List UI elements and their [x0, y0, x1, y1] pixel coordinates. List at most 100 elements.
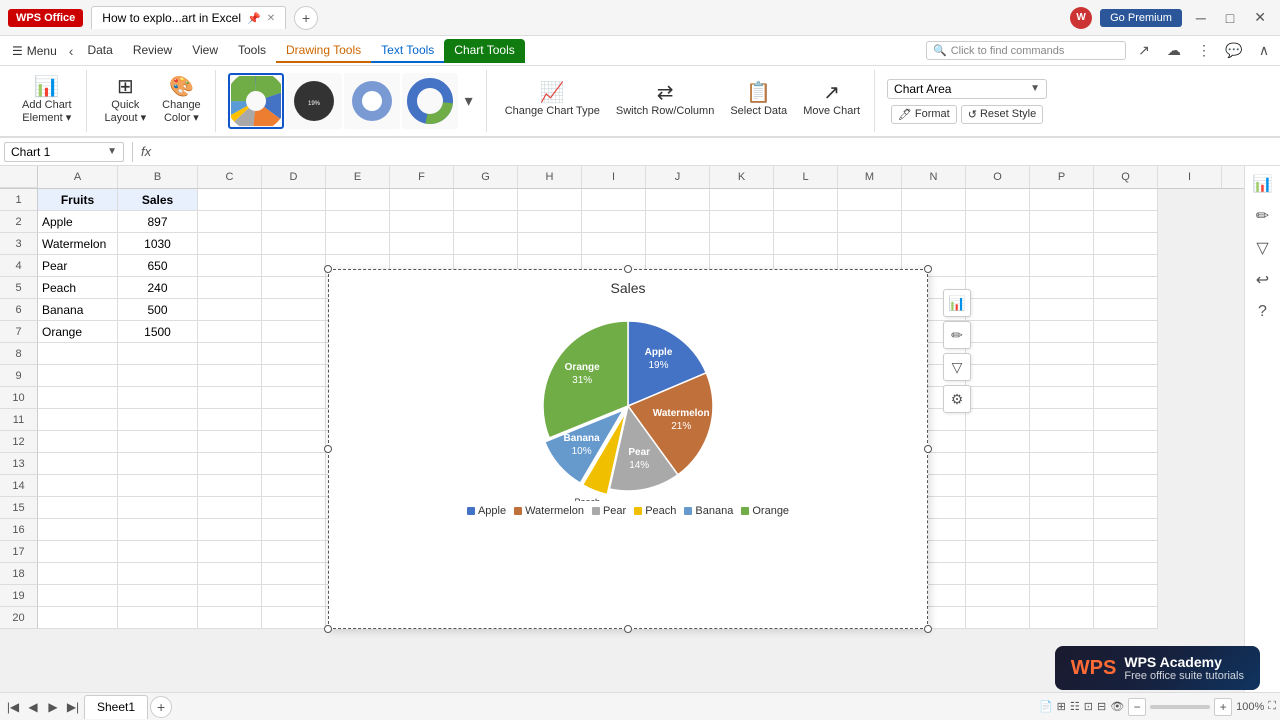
tab-nav-prev[interactable]: ‹ [65, 43, 78, 59]
change-color-button[interactable]: 🎨 ChangeColor ▾ [156, 73, 207, 129]
wps-logo[interactable]: WPS Office [8, 9, 83, 27]
tab-view[interactable]: View [182, 39, 228, 63]
format-button[interactable]: 🖊 Format [891, 105, 957, 124]
col-header-d[interactable]: D [262, 166, 326, 188]
row-header-17[interactable]: 17 [0, 541, 38, 563]
tab-tools[interactable]: Tools [228, 39, 276, 63]
col-header-f[interactable]: F [390, 166, 454, 188]
zoom-slider[interactable] [1150, 705, 1210, 709]
chart-resize-handle-1[interactable] [624, 265, 632, 273]
restore-button[interactable]: □ [1220, 8, 1240, 28]
zoom-out-button[interactable]: − [1128, 698, 1146, 716]
cell-r3-c2[interactable]: 1030 [118, 233, 198, 255]
chart-resize-handle-0[interactable] [324, 265, 332, 273]
row-header-5[interactable]: 5 [0, 277, 38, 299]
row-header-14[interactable]: 14 [0, 475, 38, 497]
row-header-20[interactable]: 20 [0, 607, 38, 629]
sidebar-filter-icon[interactable]: ▽ [1249, 234, 1277, 262]
name-box[interactable]: Chart 1 ▼ [4, 142, 124, 162]
sidebar-charts-icon[interactable]: 📊 [1249, 170, 1277, 198]
sheet-nav-last[interactable]: ▶| [64, 698, 82, 716]
close-tab-icon[interactable]: ✕ [267, 13, 275, 24]
sheet-nav-first[interactable]: |◀ [4, 698, 22, 716]
row-header-13[interactable]: 13 [0, 453, 38, 475]
fullscreen-icon[interactable]: ⛶ [1268, 700, 1276, 713]
chart-filter-icon[interactable]: ▽ [943, 353, 971, 381]
zoom-in-button[interactable]: + [1214, 698, 1232, 716]
switch-row-col-button[interactable]: ⇄ Switch Row/Column [610, 79, 720, 122]
row-header-8[interactable]: 8 [0, 343, 38, 365]
cell-r2-c2[interactable]: 897 [118, 211, 198, 233]
col-header-e[interactable]: E [326, 166, 390, 188]
cell-r5-c1[interactable]: Peach [38, 277, 118, 299]
row-header-11[interactable]: 11 [0, 409, 38, 431]
minimize-button[interactable]: ─ [1190, 8, 1212, 28]
close-button[interactable]: ✕ [1248, 7, 1272, 28]
chart-resize-handle-6[interactable] [624, 625, 632, 633]
pin-icon[interactable]: 📌 [247, 12, 261, 25]
cell-r4-c2[interactable]: 650 [118, 255, 198, 277]
cell-r7-c2[interactable]: 1500 [118, 321, 198, 343]
chart-settings-icon[interactable]: ⚙ [943, 385, 971, 413]
cell-r6-c2[interactable]: 500 [118, 299, 198, 321]
cell-r3-c1[interactable]: Watermelon [38, 233, 118, 255]
col-header-j[interactable]: J [646, 166, 710, 188]
row-header-12[interactable]: 12 [0, 431, 38, 453]
row-header-16[interactable]: 16 [0, 519, 38, 541]
cell-r2-c1[interactable]: Apple [38, 211, 118, 233]
row-header-19[interactable]: 19 [0, 585, 38, 607]
comment-button[interactable]: 💬 [1222, 39, 1246, 63]
chart-resize-handle-2[interactable] [924, 265, 932, 273]
reset-style-button[interactable]: ↺ Reset Style [961, 105, 1043, 124]
cell-r1-c1[interactable]: Fruits [38, 189, 118, 211]
add-sheet-button[interactable]: + [150, 696, 172, 718]
sidebar-help-icon[interactable]: ? [1249, 298, 1277, 326]
search-box[interactable]: 🔍 Click to find commands [926, 41, 1126, 60]
col-header-k[interactable]: K [710, 166, 774, 188]
chart-resize-handle-5[interactable] [324, 625, 332, 633]
new-tab-button[interactable]: + [294, 6, 318, 30]
chart-style-2[interactable]: 19% [286, 73, 342, 129]
col-header-m[interactable]: M [838, 166, 902, 188]
col-header-c[interactable]: C [198, 166, 262, 188]
cell-r6-c1[interactable]: Banana [38, 299, 118, 321]
change-chart-type-button[interactable]: 📈 Change Chart Type [499, 79, 606, 122]
more-options-button[interactable]: ⋮ [1192, 39, 1216, 63]
collapse-ribbon-button[interactable]: ∧ [1252, 39, 1276, 63]
sidebar-properties-icon[interactable]: ✏ [1249, 202, 1277, 230]
row-header-18[interactable]: 18 [0, 563, 38, 585]
chart-area-selector[interactable]: Chart Area ▼ [887, 79, 1047, 99]
chart-style-1[interactable] [228, 73, 284, 129]
move-chart-button[interactable]: ↗ Move Chart [797, 79, 866, 122]
sheet-tab-1[interactable]: Sheet1 [84, 695, 148, 719]
col-header-p[interactable]: P [1030, 166, 1094, 188]
row-header-1[interactable]: 1 [0, 189, 38, 211]
row-header-15[interactable]: 15 [0, 497, 38, 519]
col-header-i[interactable]: I [582, 166, 646, 188]
col-header-o[interactable]: O [966, 166, 1030, 188]
document-tab[interactable]: How to explo...art in Excel 📌 ✕ [91, 6, 286, 29]
row-header-9[interactable]: 9 [0, 365, 38, 387]
tab-data[interactable]: Data [77, 39, 122, 63]
tab-text-tools[interactable]: Text Tools [371, 39, 444, 63]
col-header-b[interactable]: B [118, 166, 198, 188]
select-data-button[interactable]: 📋 Select Data [724, 79, 793, 122]
row-header-7[interactable]: 7 [0, 321, 38, 343]
tab-chart-tools[interactable]: Chart Tools [444, 39, 524, 63]
col-header-n[interactable]: N [902, 166, 966, 188]
save-cloud-button[interactable]: ☁ [1162, 39, 1186, 63]
cell-r1-c2[interactable]: Sales [118, 189, 198, 211]
cell-r4-c1[interactable]: Pear [38, 255, 118, 277]
col-header-l[interactable]: L [774, 166, 838, 188]
chart-resize-handle-4[interactable] [924, 445, 932, 453]
col-header-a[interactable]: A [38, 166, 118, 188]
cell-r5-c2[interactable]: 240 [118, 277, 198, 299]
col-header-q[interactable]: Q [1094, 166, 1158, 188]
chart-style-3[interactable] [344, 73, 400, 129]
chart-resize-handle-3[interactable] [324, 445, 332, 453]
tab-review[interactable]: Review [123, 39, 182, 63]
chart-style-4[interactable] [402, 73, 458, 129]
more-styles-button[interactable]: ▾ [460, 91, 478, 111]
chart-style-icon[interactable]: ✏ [943, 321, 971, 349]
formula-input[interactable] [155, 145, 1276, 159]
